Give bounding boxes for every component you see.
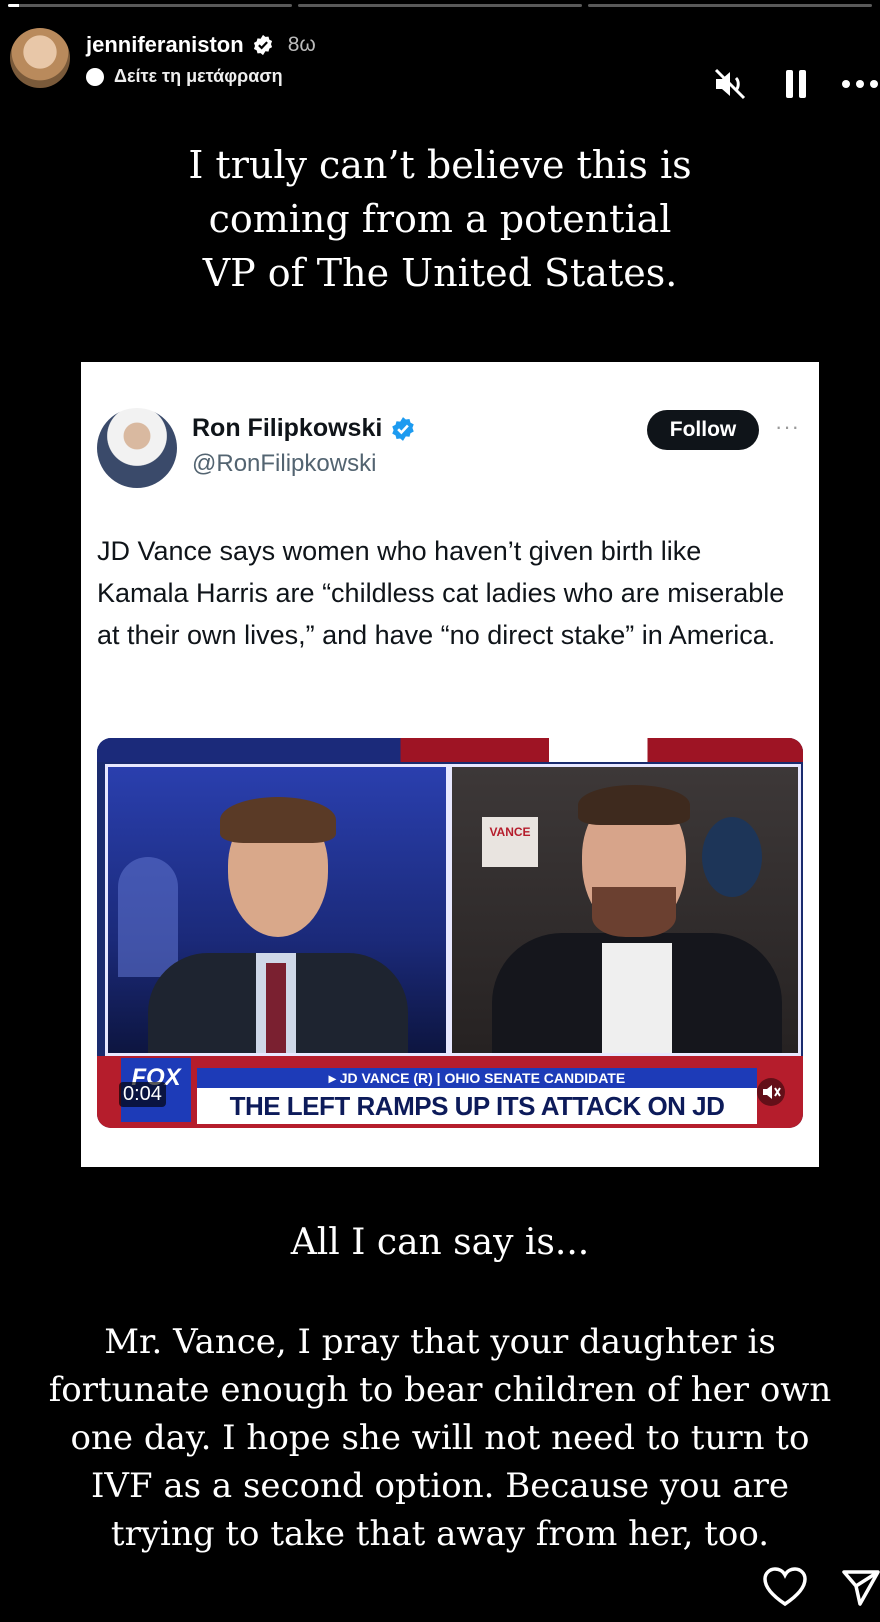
video-subheadline: ▸ JD VANCE (R) | OHIO SENATE CANDIDATE: [197, 1068, 757, 1088]
tweet-video: VANCE FOX ▸ JD VANCE (R) | OHIO SENATE C…: [97, 738, 803, 1128]
story-progress: [8, 4, 872, 7]
caption-line: VP of The United States.: [202, 251, 678, 295]
heart-icon[interactable]: [762, 1566, 808, 1608]
guest-hair: [578, 785, 690, 825]
translate-link[interactable]: Δείτε τη μετάφραση: [86, 66, 283, 87]
pause-icon[interactable]: [782, 66, 810, 102]
video-headline: THE LEFT RAMPS UP ITS ATTACK ON JD VANCE: [197, 1088, 757, 1128]
translate-icon: [86, 67, 104, 86]
guest-beard: [592, 887, 676, 937]
capitol-dome: [118, 857, 178, 977]
caption-line: coming from a potential: [208, 197, 672, 241]
post-time: 8ω: [287, 33, 316, 56]
video-right-panel: VANCE: [449, 764, 801, 1056]
username[interactable]: jenniferaniston: [86, 32, 244, 58]
video-top-bar: [97, 738, 803, 762]
tweet-card: Ron Filipkowski @RonFilipkowski Follow ·…: [81, 362, 819, 1167]
verified-badge-icon: [392, 416, 415, 441]
video-left-panel: [105, 764, 449, 1056]
tweet-handle: @RonFilipkowski: [192, 450, 377, 477]
progress-segment: [298, 4, 582, 7]
video-time: 0:04: [119, 1082, 166, 1107]
host-tie: [266, 963, 286, 1053]
caption-bottom: Mr. Vance, I pray that your daughter is …: [48, 1322, 832, 1554]
story-header: jenniferaniston 8ω Δείτε τη μετάφραση: [10, 28, 880, 100]
tweet-name-row: Ron Filipkowski: [192, 414, 416, 443]
wall-decoration: [702, 817, 762, 897]
verified-badge-icon: [253, 34, 272, 56]
follow-button: Follow: [647, 410, 759, 450]
username-row: jenniferaniston 8ω: [86, 32, 316, 58]
progress-fill: [8, 4, 20, 7]
vance-sign: VANCE: [482, 817, 538, 867]
more-dots-icon[interactable]: [840, 66, 880, 102]
progress-segment: [8, 4, 292, 7]
speaker-muted-icon[interactable]: [712, 66, 748, 102]
avatar[interactable]: [10, 28, 70, 88]
caption-middle: All I can say is...: [290, 1222, 590, 1263]
progress-segment: [588, 4, 872, 7]
send-icon[interactable]: [840, 1566, 880, 1608]
tweet-text: JD Vance says women who haven’t given bi…: [97, 536, 785, 650]
host-hair: [220, 797, 336, 843]
tweet-author-name: Ron Filipkowski: [192, 414, 383, 442]
caption-top: I truly can’t believe this is coming fro…: [0, 138, 880, 300]
tweet-more-icon: ···: [775, 414, 800, 439]
tweet-avatar: [97, 408, 177, 488]
caption-line: I truly can’t believe this is: [188, 143, 692, 187]
guest-shirt: [602, 943, 672, 1053]
video-mute-icon: [757, 1078, 785, 1106]
translate-label: Δείτε τη μετάφραση: [114, 66, 283, 86]
